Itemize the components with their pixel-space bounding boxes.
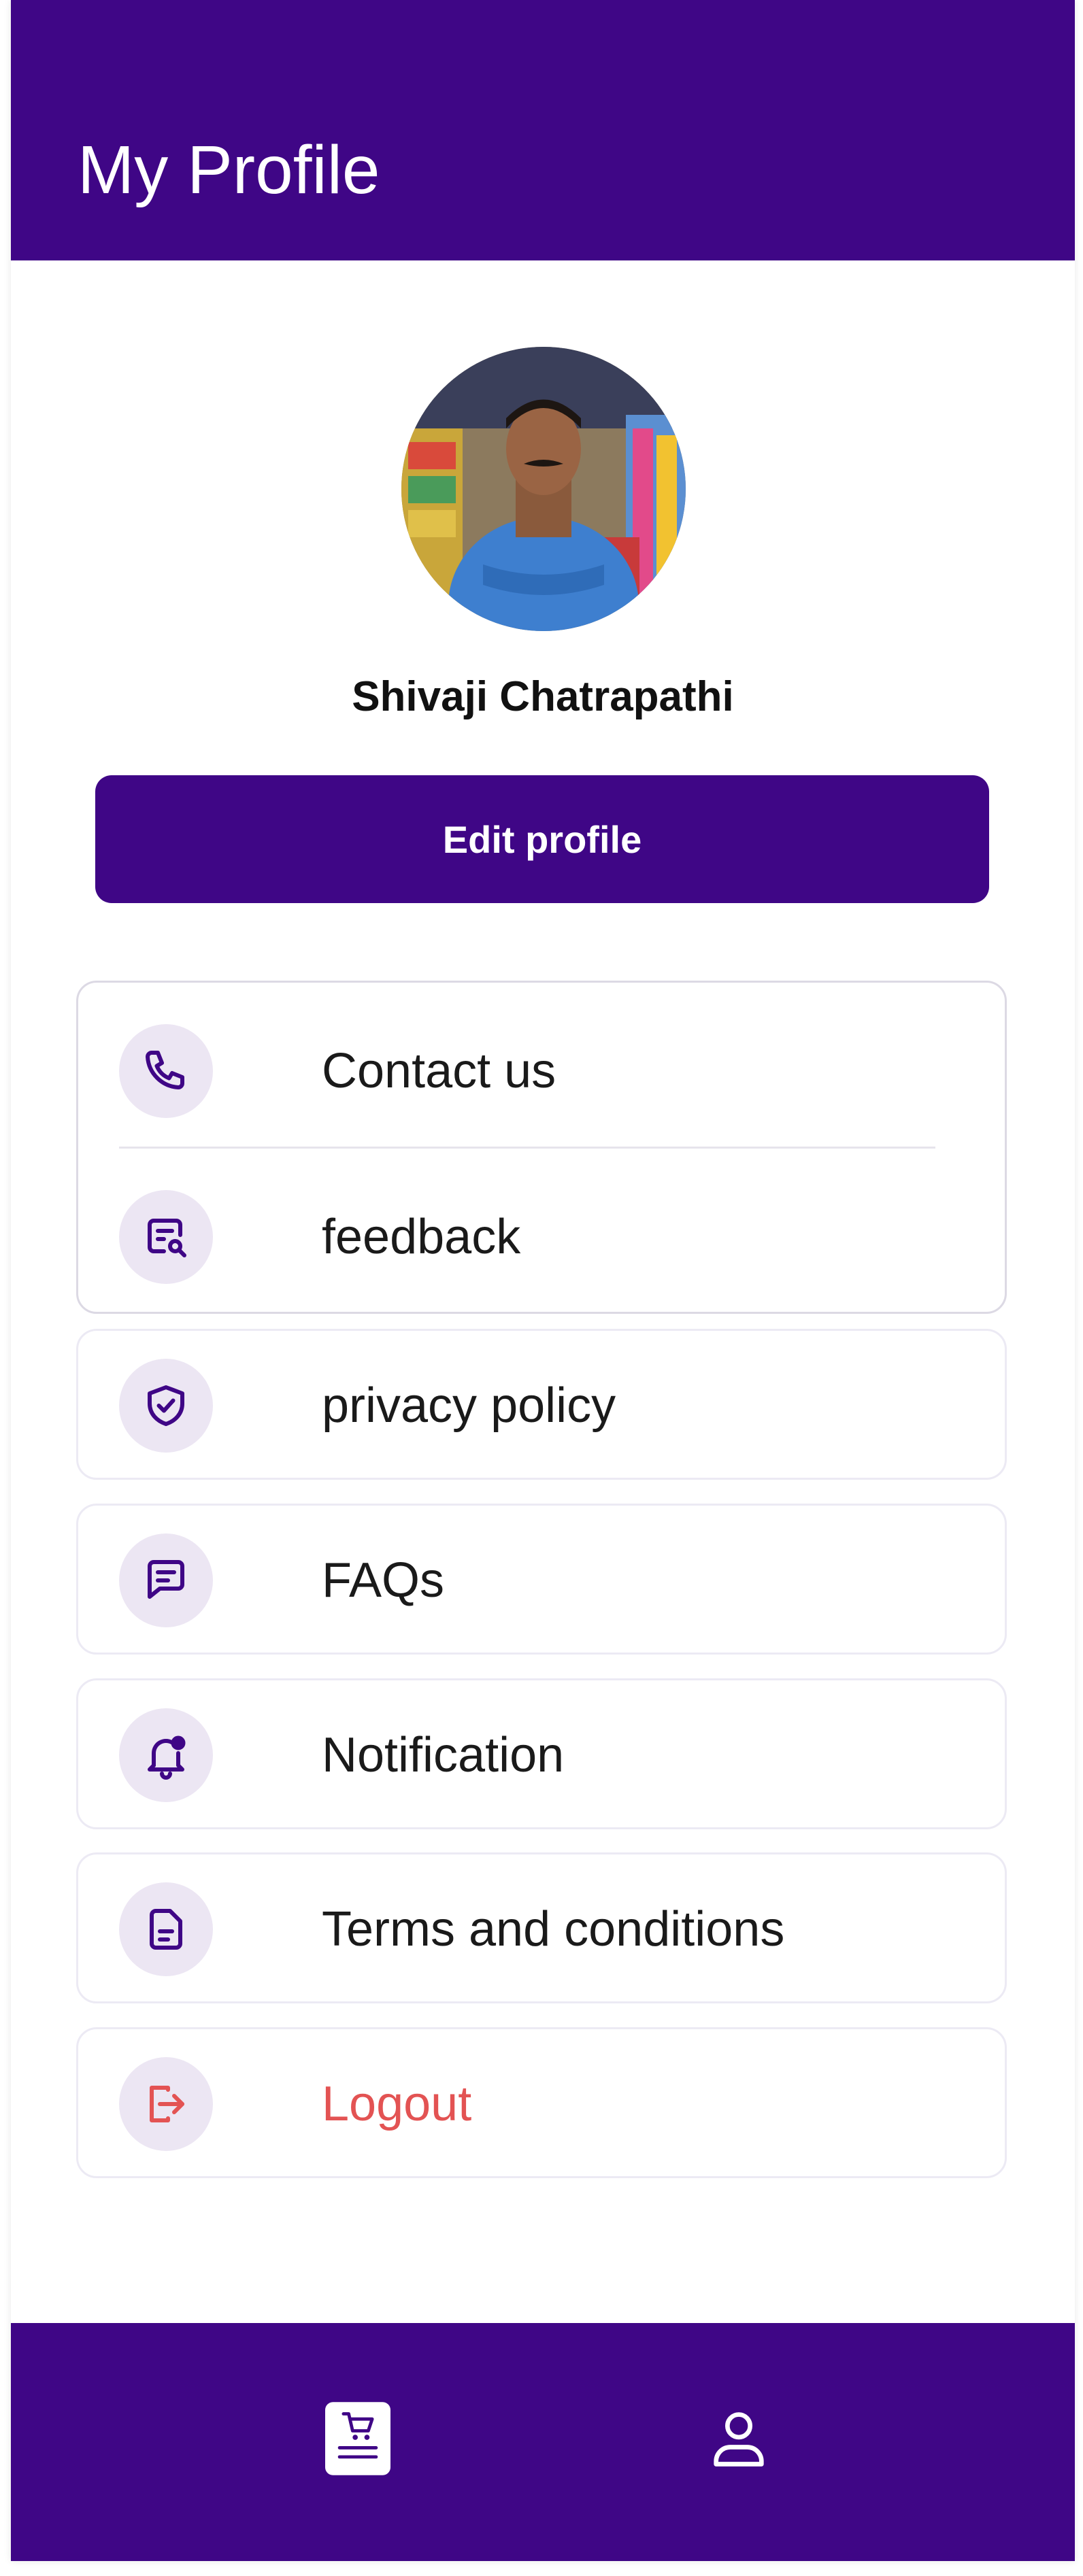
document-icon (119, 1882, 213, 1976)
nav-tab-orders[interactable] (310, 2391, 405, 2486)
menu-item-feedback[interactable]: feedback (78, 1162, 1005, 1312)
menu-item-privacy[interactable]: privacy policy (78, 1331, 1005, 1480)
menu-card-notification[interactable]: Notification (76, 1678, 1007, 1829)
user-name: Shivaji Chatrapathi (352, 673, 734, 720)
menu-label-notification: Notification (322, 1728, 565, 1782)
user-icon (714, 2412, 764, 2467)
logout-icon (119, 2057, 213, 2151)
user-photo (401, 347, 686, 631)
cart-receipt-icon (325, 2402, 390, 2475)
page-title: My Profile (78, 132, 380, 208)
menu-label-faqs: FAQs (322, 1553, 445, 1608)
divider (119, 1147, 935, 1149)
app-screen: My Profile Shivaji Chatrapathi Edit prof… (11, 0, 1075, 2561)
menu-card-faqs[interactable]: FAQs (76, 1504, 1007, 1655)
menu-card-logout[interactable]: Logout (76, 2027, 1007, 2178)
avatar (401, 347, 686, 631)
menu-item-faqs[interactable]: FAQs (78, 1506, 1005, 1655)
menu-item-notification[interactable]: Notification (78, 1680, 1005, 1830)
nav-tab-profile[interactable] (691, 2391, 786, 2486)
menu-label-logout: Logout (322, 2077, 472, 2131)
header-bar: My Profile (11, 0, 1075, 260)
menu-item-contact[interactable]: Contact us (78, 996, 1005, 1146)
support-card: Contact us feedback (76, 981, 1007, 1314)
menu-label-terms: Terms and conditions (322, 1902, 785, 1956)
menu-card-privacy[interactable]: privacy policy (76, 1329, 1007, 1480)
phone-icon (119, 1024, 213, 1118)
bottom-nav (11, 2323, 1075, 2561)
chat-bubble-icon (119, 1533, 213, 1627)
edit-profile-button[interactable]: Edit profile (95, 775, 989, 903)
menu-card-terms[interactable]: Terms and conditions (76, 1852, 1007, 2003)
menu-label-privacy: privacy policy (322, 1378, 616, 1433)
menu-label-contact: Contact us (322, 1044, 556, 1098)
menu-item-logout[interactable]: Logout (78, 2029, 1005, 2179)
shield-check-icon (119, 1359, 213, 1453)
feedback-search-icon (119, 1190, 213, 1284)
bell-icon (119, 1708, 213, 1802)
menu-item-terms[interactable]: Terms and conditions (78, 1854, 1005, 2004)
menu-label-feedback: feedback (322, 1210, 521, 1264)
